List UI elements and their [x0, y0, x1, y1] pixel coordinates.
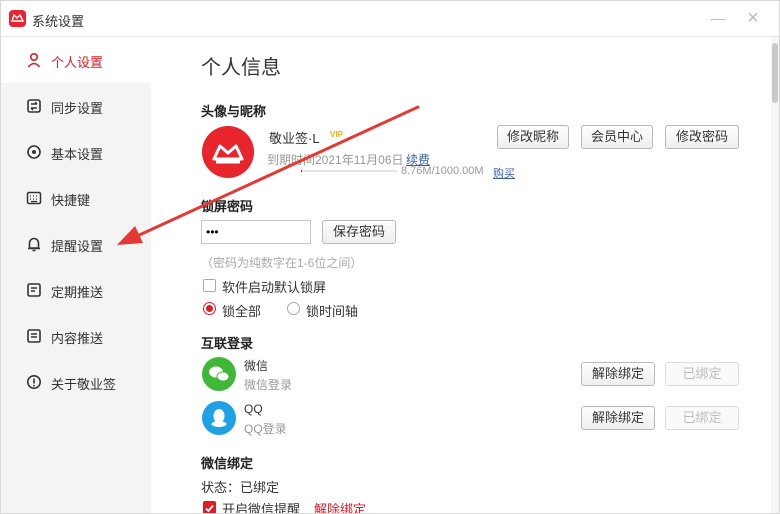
sidebar-item-label: 同步设置	[51, 101, 104, 116]
window-title: 系统设置	[32, 14, 85, 29]
sidebar-item-about[interactable]: 关于敬业签	[1, 359, 151, 405]
wechat-unbind-button[interactable]: 解除绑定	[581, 362, 655, 386]
settings-window: 系统设置 × 个人设置 同步设置 基本设置 快捷键 提醒设置 定期推送 内容推送…	[0, 0, 780, 514]
lock-all-label: 锁全部	[222, 304, 262, 319]
change-password-button[interactable]: 修改密码	[665, 125, 739, 149]
lock-all-radio[interactable]	[203, 302, 216, 315]
sidebar-item-label: 定期推送	[51, 285, 104, 300]
storage-progress-fill	[301, 170, 302, 172]
calendar-icon	[26, 282, 42, 298]
wechat-icon	[202, 357, 236, 391]
section-title-wechat-bind: 微信绑定	[201, 456, 254, 471]
avatar[interactable]	[202, 126, 254, 178]
user-icon	[26, 52, 42, 68]
sidebar-item-basic[interactable]: 基本设置	[1, 129, 151, 175]
document-icon	[26, 328, 42, 344]
expiry-date: 到期时间2021年11月06日	[267, 153, 404, 167]
password-hint: （密码为纯数字在1-6位之间）	[201, 256, 363, 270]
scrollbar[interactable]	[771, 37, 779, 513]
vip-badge: VIP	[330, 130, 343, 139]
section-title-profile: 头像与昵称	[201, 104, 267, 119]
storage-usage: 8.76M/1000.00M	[401, 165, 484, 177]
lock-timeline-label: 锁时间轴	[306, 304, 359, 319]
wechat-login-status: 微信登录	[244, 378, 293, 392]
sidebar-item-sync[interactable]: 同步设置	[1, 83, 151, 129]
wechat-bound-button[interactable]: 已绑定	[665, 362, 739, 386]
sidebar-item-label: 基本设置	[51, 147, 104, 162]
qq-icon	[202, 401, 236, 435]
rename-button[interactable]: 修改昵称	[497, 125, 569, 149]
wechat-unbind-link[interactable]: 解除绑定	[314, 499, 366, 513]
sidebar-item-reminder[interactable]: 提醒设置	[1, 221, 151, 267]
close-icon[interactable]: ×	[741, 6, 765, 30]
wechat-bind-status: 状态：已绑定	[201, 480, 280, 495]
qq-unbind-button[interactable]: 解除绑定	[581, 406, 655, 430]
section-title-lock: 锁屏密码	[201, 199, 254, 214]
buy-link[interactable]: 购买	[493, 165, 515, 181]
member-center-button[interactable]: 会员中心	[581, 125, 653, 149]
auto-lock-label: 软件启动默认锁屏	[222, 280, 327, 295]
title-bar: 系统设置 ×	[1, 1, 779, 37]
storage-progress-bar	[301, 170, 397, 172]
app-logo-icon	[9, 10, 26, 27]
sync-icon	[26, 98, 42, 114]
sidebar: 个人设置 同步设置 基本设置 快捷键 提醒设置 定期推送 内容推送 关于敬业签	[1, 37, 151, 513]
nickname: 敬业签·L	[269, 131, 320, 146]
sidebar-item-label: 提醒设置	[51, 239, 104, 254]
qq-bound-button[interactable]: 已绑定	[665, 406, 739, 430]
lock-timeline-radio[interactable]	[287, 302, 300, 315]
sidebar-item-content[interactable]: 内容推送	[1, 313, 151, 359]
minimize-icon[interactable]	[706, 6, 730, 30]
sidebar-item-label: 内容推送	[51, 331, 104, 346]
sidebar-item-label: 关于敬业签	[51, 377, 117, 392]
settings-icon	[26, 144, 42, 160]
info-icon	[26, 374, 42, 390]
wechat-remind-checkbox[interactable]	[203, 501, 216, 513]
page-title: 个人信息	[201, 57, 281, 79]
wechat-remind-label: 开启微信提醒	[222, 502, 301, 514]
sidebar-item-label: 个人设置	[51, 55, 104, 70]
sidebar-item-shortcut[interactable]: 快捷键	[1, 175, 151, 221]
auto-lock-checkbox[interactable]	[203, 279, 216, 292]
wechat-name: 微信	[244, 359, 269, 373]
lock-password-input[interactable]	[201, 220, 311, 244]
qq-login-status: QQ登录	[244, 422, 287, 436]
scrollbar-thumb[interactable]	[772, 43, 778, 103]
section-title-login: 互联登录	[201, 336, 254, 351]
bell-icon	[26, 236, 42, 252]
sidebar-item-scheduled[interactable]: 定期推送	[1, 267, 151, 313]
save-password-button[interactable]: 保存密码	[322, 220, 396, 244]
keyboard-icon	[26, 190, 42, 206]
sidebar-item-label: 快捷键	[51, 193, 91, 208]
qq-name: QQ	[244, 402, 263, 416]
sidebar-item-personal[interactable]: 个人设置	[1, 37, 151, 83]
